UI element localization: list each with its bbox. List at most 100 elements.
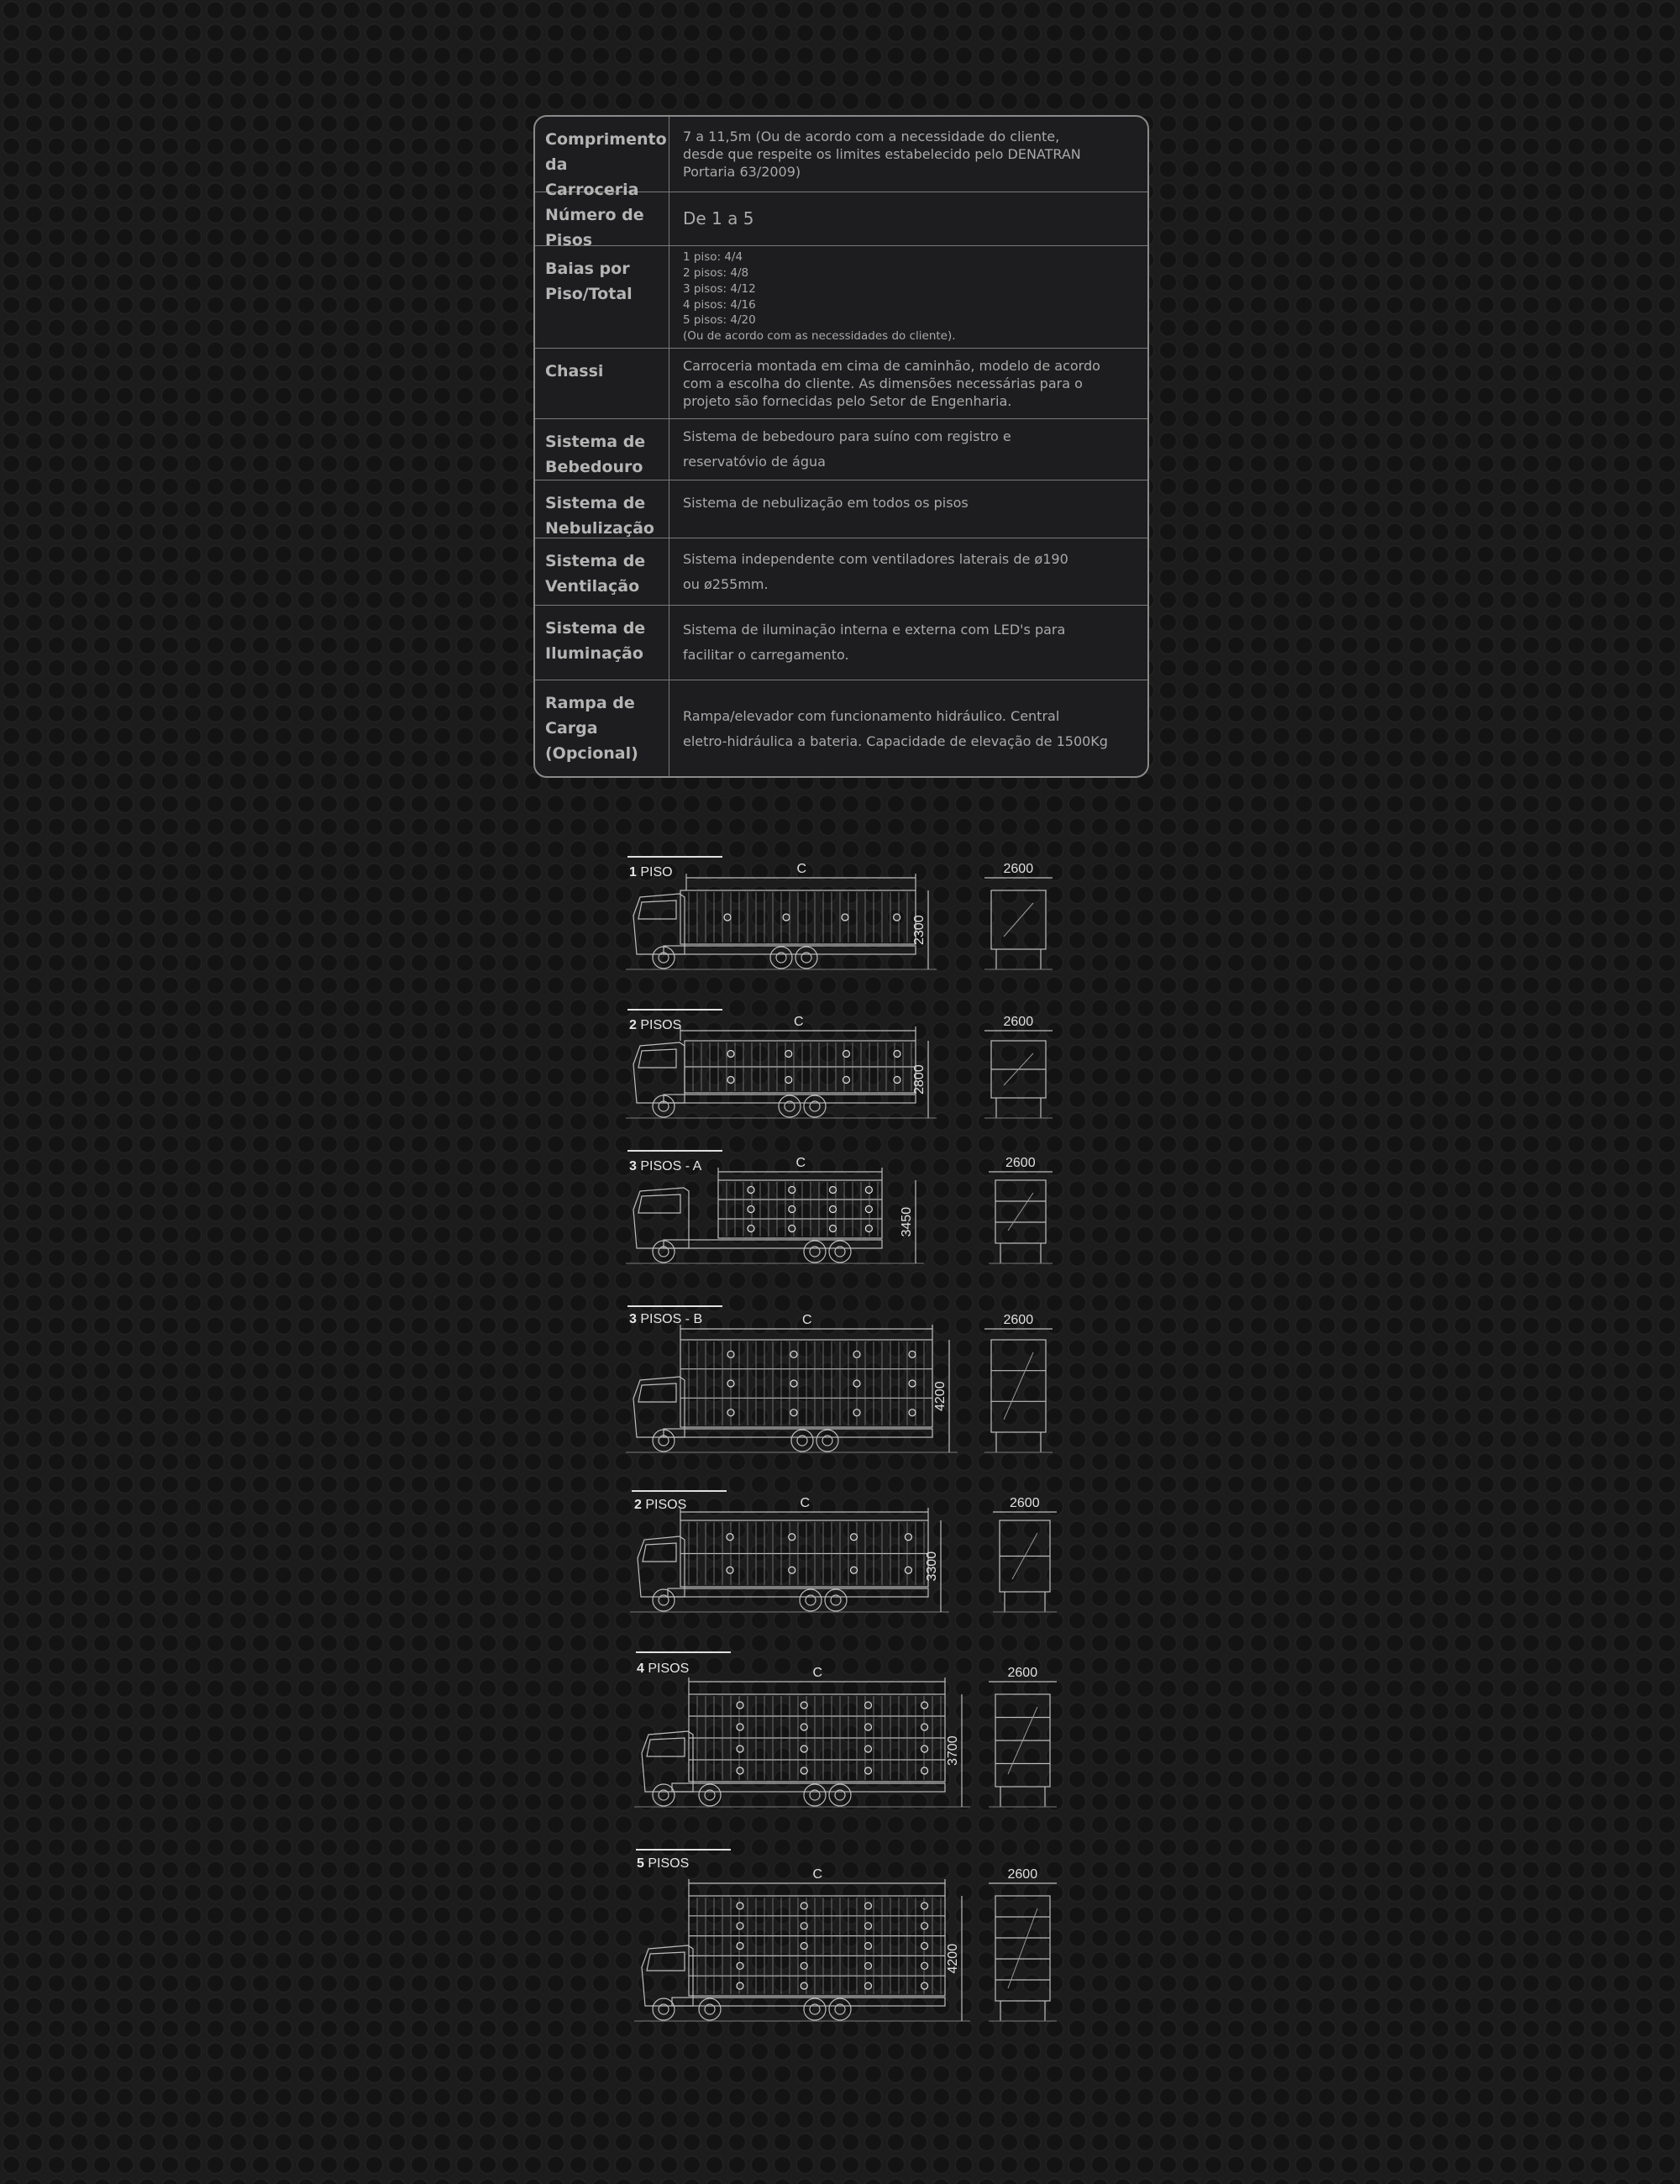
cargo-body bbox=[717, 1179, 883, 1239]
fan-marker bbox=[747, 1205, 755, 1214]
wheel bbox=[790, 1429, 814, 1452]
spec-label: Comprimento da Carroceria bbox=[535, 117, 669, 199]
height-label: 4200 bbox=[946, 1944, 960, 1974]
spec-row-misting: Sistema de Nebulização Sistema de nebuli… bbox=[535, 480, 1147, 538]
fan-marker bbox=[908, 1409, 916, 1417]
length-label: C bbox=[794, 1015, 804, 1029]
fan-marker bbox=[828, 1224, 837, 1233]
fan-marker bbox=[727, 1379, 735, 1388]
spec-value: Carroceria montada em cima de caminhão, … bbox=[683, 358, 1100, 409]
chassis-frame bbox=[663, 1239, 883, 1249]
fan-marker bbox=[864, 1745, 873, 1753]
fan-marker bbox=[800, 1941, 808, 1950]
width-label: 2600 bbox=[1004, 1313, 1034, 1327]
spec-row-ventilation: Sistema de Ventilação Sistema independen… bbox=[535, 538, 1147, 606]
spec-value: Sistema de nebulização em todos os pisos bbox=[683, 495, 969, 511]
fan-marker bbox=[864, 1701, 873, 1709]
fan-marker bbox=[785, 1075, 793, 1084]
wheel bbox=[698, 1783, 722, 1807]
wheel bbox=[828, 1998, 852, 2021]
fan-marker bbox=[726, 1533, 734, 1541]
fan-marker bbox=[782, 913, 790, 921]
fan-marker bbox=[747, 1224, 755, 1233]
width-label: 2600 bbox=[1010, 1496, 1040, 1510]
height-label: 3450 bbox=[900, 1207, 914, 1237]
length-label: C bbox=[797, 862, 807, 876]
fan-marker bbox=[788, 1185, 796, 1194]
wheel bbox=[652, 1783, 675, 1807]
height-label: 2800 bbox=[912, 1064, 927, 1095]
wheel bbox=[799, 1588, 822, 1612]
fan-marker bbox=[828, 1185, 837, 1194]
spec-label: Número de Pisos bbox=[535, 192, 669, 249]
truck-diagram-2-pisos-b: 2 PISOS C 3300 2600 bbox=[630, 1487, 1067, 1621]
fan-marker bbox=[921, 1982, 929, 1990]
wheel bbox=[652, 1998, 675, 2021]
fan-marker bbox=[904, 1566, 912, 1574]
fan-marker bbox=[864, 1723, 873, 1731]
width-label: 2600 bbox=[1004, 862, 1034, 876]
spec-label: Sistema de Iluminação bbox=[535, 606, 669, 680]
cab-window bbox=[638, 900, 677, 920]
fan-marker bbox=[904, 1533, 912, 1541]
fan-marker bbox=[727, 1409, 735, 1417]
fan-marker bbox=[853, 1350, 861, 1358]
truck-drawing: C 4200 2600 bbox=[626, 1305, 1053, 1453]
fan-marker bbox=[893, 1049, 901, 1058]
spec-row-ramp: Rampa de Carga (Opcional) Rampa/elevador… bbox=[535, 680, 1147, 776]
wheel bbox=[769, 946, 793, 969]
spec-row-chassis: Chassi Carroceria montada em cima de cam… bbox=[535, 349, 1147, 419]
truck-diagram-2-pisos: 2 PISOS C 2800 2600 bbox=[626, 1005, 1063, 1131]
cab-window bbox=[638, 1194, 681, 1214]
fan-marker bbox=[864, 1941, 873, 1950]
fan-marker bbox=[736, 1922, 744, 1930]
fan-marker bbox=[727, 1075, 735, 1084]
fan-marker bbox=[864, 1982, 873, 1990]
width-label: 2600 bbox=[1008, 1867, 1038, 1882]
fan-marker bbox=[736, 1941, 744, 1950]
rear-ramp bbox=[1007, 1192, 1034, 1231]
spec-label: Sistema de Bebedouro bbox=[535, 419, 669, 480]
fan-marker bbox=[800, 1982, 808, 1990]
cab-window bbox=[642, 1542, 677, 1562]
fan-marker bbox=[908, 1379, 916, 1388]
fan-marker bbox=[853, 1409, 861, 1417]
width-label: 2600 bbox=[1005, 1156, 1036, 1170]
spec-label: Chassi bbox=[535, 349, 669, 418]
fan-marker bbox=[864, 1961, 873, 1970]
truck-cab bbox=[633, 1376, 685, 1438]
wheel bbox=[795, 946, 818, 969]
fan-marker bbox=[864, 1205, 873, 1214]
fan-marker bbox=[736, 1701, 744, 1709]
length-label: C bbox=[813, 1666, 823, 1680]
cab-window bbox=[646, 1737, 685, 1757]
height-label: 3300 bbox=[925, 1551, 939, 1582]
cab-window bbox=[638, 1048, 677, 1068]
fan-marker bbox=[921, 1767, 929, 1775]
wheel bbox=[824, 1588, 848, 1612]
fan-marker bbox=[800, 1961, 808, 1970]
fan-marker bbox=[864, 1224, 873, 1233]
fan-marker bbox=[790, 1350, 798, 1358]
fan-marker bbox=[800, 1902, 808, 1910]
wheel bbox=[803, 1240, 827, 1263]
fan-marker bbox=[736, 1961, 744, 1970]
fan-marker bbox=[800, 1922, 808, 1930]
wheel bbox=[803, 1783, 827, 1807]
truck-cab bbox=[633, 1042, 685, 1104]
fan-marker bbox=[864, 1767, 873, 1775]
fan-marker bbox=[788, 1205, 796, 1214]
wheel bbox=[816, 1429, 839, 1452]
spec-label: Rampa de Carga (Opcional) bbox=[535, 680, 669, 776]
spec-value: Sistema de iluminação interna e externa … bbox=[683, 622, 1066, 663]
wheel bbox=[698, 1998, 722, 2021]
spec-label: Sistema de Nebulização bbox=[535, 480, 669, 538]
spec-label: Sistema de Ventilação bbox=[535, 538, 669, 605]
fan-marker bbox=[908, 1350, 916, 1358]
spec-value: Rampa/elevador com funcionamento hidrául… bbox=[683, 708, 1108, 749]
fan-marker bbox=[747, 1185, 755, 1194]
fan-marker bbox=[785, 1049, 793, 1058]
truck-drawing: C 3700 2600 bbox=[634, 1651, 1057, 1808]
spec-value: De 1 a 5 bbox=[683, 208, 754, 228]
fan-marker bbox=[736, 1902, 744, 1910]
